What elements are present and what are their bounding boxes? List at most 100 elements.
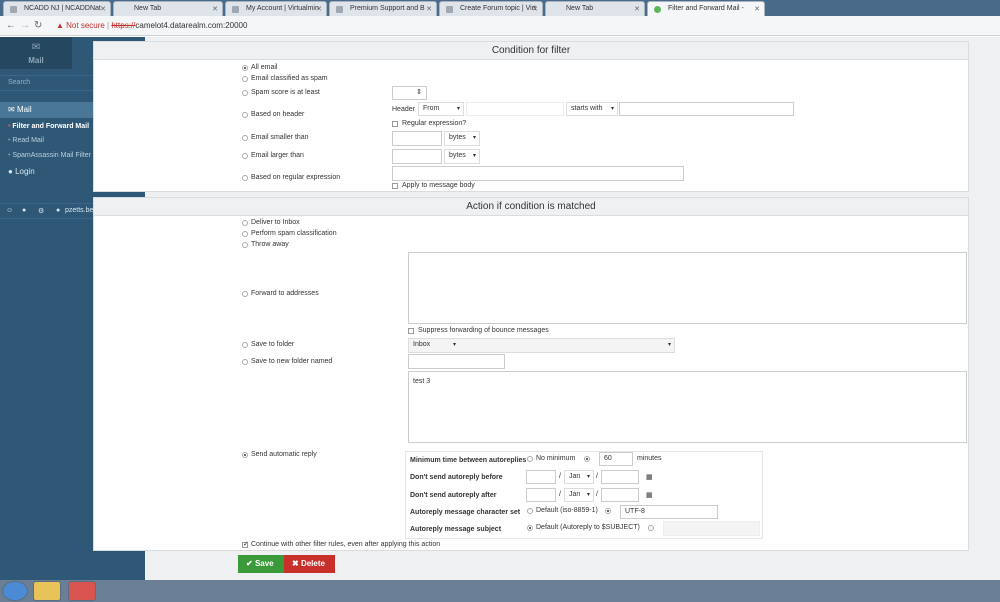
radio-subject-default[interactable]: [527, 525, 533, 531]
file-explorer-icon[interactable]: [33, 581, 61, 601]
min-minutes-input[interactable]: 60: [599, 452, 633, 466]
label-spam-score: Spam score is at least: [251, 89, 320, 96]
radio-save-folder[interactable]: [242, 342, 248, 348]
delete-button[interactable]: ✖ Delete: [284, 555, 335, 573]
browser-tab[interactable]: Create Forum topic | Virt ✕: [439, 1, 543, 16]
chrome-icon[interactable]: [68, 581, 96, 601]
save-folder-select[interactable]: Inbox ▾: [408, 338, 675, 353]
radio-all-email[interactable]: [242, 65, 248, 71]
label-deliver-inbox: Deliver to Inbox: [251, 219, 300, 226]
radio-no-minimum[interactable]: [527, 456, 533, 462]
radio-auto-reply[interactable]: [242, 452, 248, 458]
calendar-icon[interactable]: ▦: [646, 473, 653, 481]
page-icon: [232, 6, 239, 13]
radio-larger-than[interactable]: [242, 153, 248, 159]
label-suppress-bounce: Suppress forwarding of bounce messages: [418, 327, 549, 334]
sidebar-item-spamassassin[interactable]: • SpamAssassin Mail Filter: [8, 152, 91, 159]
label-subject-default: Default (Autoreply to $SUBJECT): [536, 524, 640, 531]
condition-heading: Condition for filter: [94, 42, 968, 60]
forward-addresses-textarea[interactable]: [408, 252, 967, 324]
close-tab-icon[interactable]: ✕: [316, 5, 322, 13]
after-month-select[interactable]: Jan: [564, 488, 594, 502]
smaller-unit-select[interactable]: bytes: [444, 131, 480, 146]
label-after: Don't send autoreply after: [410, 492, 497, 499]
user-icon: ●: [8, 167, 16, 176]
radio-spam-score[interactable]: [242, 90, 248, 96]
label-subject: Autoreply message subject: [410, 526, 502, 533]
radio-new-folder[interactable]: [242, 359, 248, 365]
header-value-input[interactable]: [619, 102, 794, 116]
larger-than-input[interactable]: [392, 149, 442, 164]
spam-score-input[interactable]: ⇕: [392, 86, 427, 100]
close-tab-icon[interactable]: ✕: [100, 5, 106, 13]
browser-tab[interactable]: New Tab ✕: [113, 1, 223, 16]
check-icon: ✔: [246, 559, 255, 568]
sidebar-tab-mail[interactable]: ✉ Mail: [0, 37, 72, 69]
close-tab-icon[interactable]: ✕: [634, 5, 640, 13]
label-no-minimum: No minimum: [536, 455, 576, 462]
label-header: Header: [392, 106, 415, 113]
close-tab-icon[interactable]: ✕: [212, 5, 218, 13]
radio-spam-classification[interactable]: [242, 231, 248, 237]
url-field[interactable]: ▲ Not secure | https://camelot4.datareal…: [52, 19, 992, 33]
continue-rules-checkbox[interactable]: [242, 540, 249, 548]
before-month-select[interactable]: Jan: [564, 470, 594, 484]
forward-icon[interactable]: →: [20, 20, 30, 31]
label-charset: Autoreply message character set: [410, 509, 521, 516]
header-match-select[interactable]: starts with: [566, 102, 618, 116]
close-tab-icon[interactable]: ✕: [426, 5, 432, 13]
settings-icon[interactable]: ⚙: [38, 207, 44, 215]
sidebar-item-filter-forward[interactable]: • Filter and Forward Mail: [8, 123, 89, 130]
radio-deliver-inbox[interactable]: [242, 220, 248, 226]
suppress-bounce-checkbox[interactable]: [408, 328, 414, 334]
label-auto-reply: Send automatic reply: [251, 451, 317, 458]
profile-icon[interactable]: ●: [22, 207, 26, 214]
radio-min-minutes[interactable]: [584, 456, 590, 462]
larger-unit-select[interactable]: bytes: [444, 149, 480, 164]
radio-based-on-header[interactable]: [242, 112, 248, 118]
spinner-icon[interactable]: ⇕: [416, 89, 422, 96]
smaller-than-input[interactable]: [392, 131, 442, 146]
save-button[interactable]: ✔ Save: [238, 555, 284, 573]
back-icon[interactable]: ←: [6, 20, 16, 31]
browser-tab-active[interactable]: Filter and Forward Mail - ✕: [647, 1, 765, 16]
regex-checkbox[interactable]: [392, 121, 398, 127]
after-year-input[interactable]: [601, 488, 639, 502]
label-new-folder: Save to new folder named: [251, 358, 333, 365]
sidebar-item-read-mail[interactable]: • Read Mail: [8, 137, 44, 144]
label-larger-than: Email larger than: [251, 152, 304, 159]
autoreply-message-textarea[interactable]: test 3: [408, 371, 967, 443]
before-year-input[interactable]: [601, 470, 639, 484]
after-day-input[interactable]: [526, 488, 556, 502]
before-day-input[interactable]: [526, 470, 556, 484]
radio-throw-away[interactable]: [242, 242, 248, 248]
browser-tab[interactable]: NCADD NJ | NCADDNat ✕: [3, 1, 111, 16]
header-field-select[interactable]: From: [418, 102, 464, 116]
regex-input[interactable]: [392, 166, 684, 181]
browser-tab[interactable]: My Account | Virtualmin ✕: [225, 1, 327, 16]
apply-body-checkbox[interactable]: [392, 183, 398, 189]
radio-smaller-than[interactable]: [242, 135, 248, 141]
charset-input[interactable]: UTF-8: [620, 505, 718, 519]
calendar-icon[interactable]: ▦: [646, 491, 653, 499]
close-tab-icon[interactable]: ✕: [532, 5, 538, 13]
subject-input[interactable]: [663, 521, 760, 536]
radio-charset-custom[interactable]: [605, 508, 611, 514]
radio-charset-default[interactable]: [527, 508, 533, 514]
label-spam-classification: Perform spam classification: [251, 230, 337, 237]
label-continue-rules: Continue with other filter rules, even a…: [251, 541, 441, 548]
browser-tab[interactable]: New Tab ✕: [545, 1, 645, 16]
browser-tab[interactable]: Premium Support and B ✕: [329, 1, 437, 16]
start-button-icon[interactable]: [2, 581, 28, 601]
account-icon[interactable]: ☺: [6, 207, 13, 214]
close-tab-icon[interactable]: ✕: [754, 5, 760, 13]
label-based-on-header: Based on header: [251, 111, 305, 118]
radio-spam-classified[interactable]: [242, 76, 248, 82]
label-throw-away: Throw away: [251, 241, 289, 248]
radio-regex[interactable]: [242, 175, 248, 181]
new-folder-input[interactable]: [408, 354, 505, 369]
radio-forward[interactable]: [242, 291, 248, 297]
header-custom-input[interactable]: [466, 102, 564, 116]
radio-subject-custom[interactable]: [648, 525, 654, 531]
reload-icon[interactable]: ↻: [34, 20, 42, 31]
